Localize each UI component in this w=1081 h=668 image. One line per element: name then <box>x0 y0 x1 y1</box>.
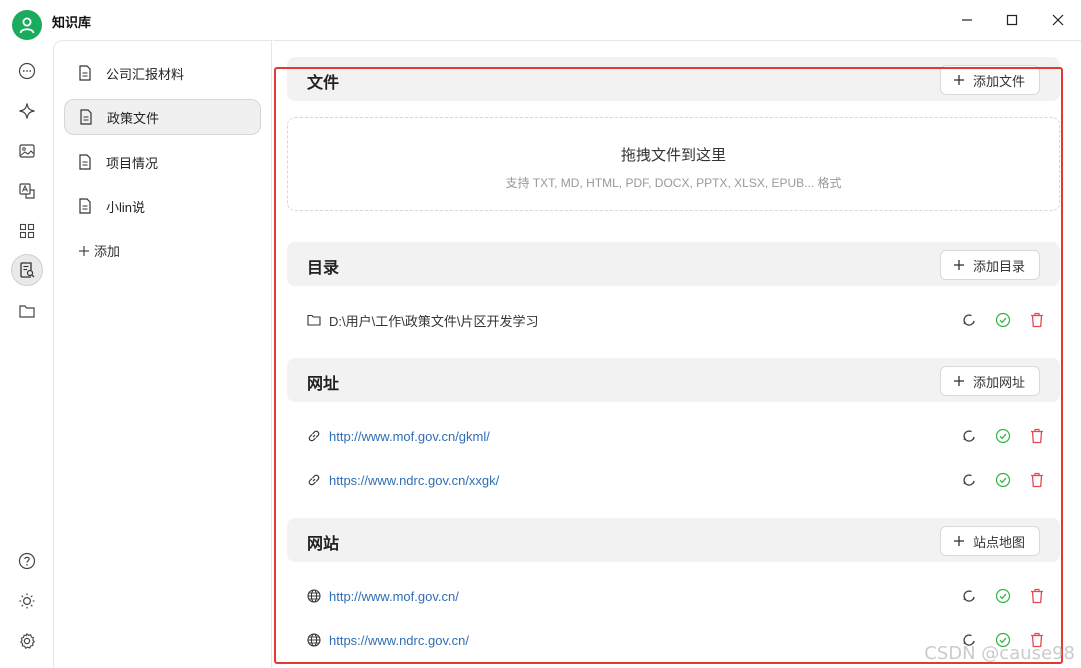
refresh-icon[interactable] <box>959 311 979 329</box>
minimize-button[interactable] <box>955 8 979 32</box>
files-section-header: 文件 添加文件 <box>287 57 1060 101</box>
maximize-button[interactable] <box>1000 8 1024 32</box>
url-link[interactable]: http://www.mof.gov.cn/gkml/ <box>329 429 490 444</box>
urls-section-header: 网址 添加网址 <box>287 358 1060 402</box>
app-title: 知识库 <box>52 15 92 30</box>
dropzone-hint: 支持 TXT, MD, HTML, PDF, DOCX, PPTX, XLSX,… <box>505 176 842 190</box>
kb-item-project-status[interactable]: 项目情况 <box>64 144 261 180</box>
delete-icon[interactable] <box>1027 427 1047 445</box>
plus-icon <box>953 260 964 270</box>
file-dropzone[interactable]: 拖拽文件到这里 支持 TXT, MD, HTML, PDF, DOCX, PPT… <box>287 117 1060 211</box>
globe-icon <box>307 633 321 647</box>
kb-item-label: 小lin说 <box>106 199 146 215</box>
success-check-icon <box>993 471 1013 489</box>
directory-row: D:\用户\工作\政策文件\片区开发学习 <box>307 305 1047 335</box>
plus-icon <box>953 536 964 546</box>
apps-icon[interactable] <box>11 215 43 247</box>
websites-section-header: 网站 站点地图 <box>287 518 1060 562</box>
success-check-icon <box>993 587 1013 605</box>
theme-icon[interactable] <box>11 585 43 617</box>
add-directory-button[interactable]: 添加目录 <box>939 250 1040 280</box>
delete-icon[interactable] <box>1027 471 1047 489</box>
plus-icon <box>953 376 964 386</box>
sitemap-button[interactable]: 站点地图 <box>939 526 1040 556</box>
website-row: http://www.mof.gov.cn/ <box>307 581 1047 611</box>
success-check-icon <box>993 427 1013 445</box>
success-check-icon <box>993 311 1013 329</box>
sparkle-icon[interactable] <box>11 95 43 127</box>
add-label: 添加 <box>94 244 121 259</box>
section-title: 网址 <box>307 376 340 393</box>
add-knowledge-base-button[interactable]: 添加 <box>78 241 120 260</box>
document-icon <box>78 154 92 170</box>
section-title: 文件 <box>307 75 340 92</box>
kb-item-company-reports[interactable]: 公司汇报材料 <box>64 55 261 91</box>
translate-icon[interactable] <box>11 175 43 207</box>
refresh-icon[interactable] <box>959 427 979 445</box>
document-icon <box>79 109 93 125</box>
settings-icon[interactable] <box>11 625 43 657</box>
close-button[interactable] <box>1046 8 1070 32</box>
document-icon <box>78 65 92 81</box>
folder-icon <box>307 314 321 326</box>
plus-icon <box>953 75 964 85</box>
url-link[interactable]: https://www.ndrc.gov.cn/xxgk/ <box>329 473 499 488</box>
help-icon[interactable] <box>11 545 43 577</box>
refresh-icon[interactable] <box>959 471 979 489</box>
dropzone-title: 拖拽文件到这里 <box>620 147 726 164</box>
add-directory-label: 添加目录 <box>972 258 1025 274</box>
link-icon <box>307 429 321 443</box>
folder-icon[interactable] <box>11 295 43 327</box>
chat-icon[interactable] <box>11 55 43 87</box>
knowledge-base-icon[interactable] <box>11 254 43 286</box>
sitemap-label: 站点地图 <box>972 534 1025 550</box>
website-link[interactable]: http://www.mof.gov.cn/ <box>329 589 459 604</box>
refresh-icon[interactable] <box>959 587 979 605</box>
add-file-label: 添加文件 <box>972 73 1025 89</box>
delete-icon[interactable] <box>1027 587 1047 605</box>
image-icon[interactable] <box>11 135 43 167</box>
plus-icon <box>78 245 90 257</box>
add-url-label: 添加网址 <box>972 374 1025 390</box>
knowledge-base-list: 公司汇报材料 政策文件 项目情况 小lin说 添加 <box>53 40 272 668</box>
add-url-button[interactable]: 添加网址 <box>939 366 1040 396</box>
kb-item-label: 项目情况 <box>106 155 159 171</box>
add-file-button[interactable]: 添加文件 <box>939 65 1040 95</box>
knowledge-base-content: 文件 添加文件 拖拽文件到这里 支持 TXT, MD, HTML, PDF, D… <box>273 40 1081 668</box>
user-avatar-icon[interactable] <box>12 10 42 40</box>
section-title: 目录 <box>307 260 340 277</box>
document-icon <box>78 198 92 214</box>
kb-item-xiaolin[interactable]: 小lin说 <box>64 188 261 224</box>
nav-rail <box>0 40 53 668</box>
kb-item-label: 公司汇报材料 <box>106 66 185 82</box>
url-row: http://www.mof.gov.cn/gkml/ <box>307 421 1047 451</box>
link-icon <box>307 473 321 487</box>
kb-item-policy-files[interactable]: 政策文件 <box>64 99 261 135</box>
delete-icon[interactable] <box>1027 311 1047 329</box>
globe-icon <box>307 589 321 603</box>
kb-item-label: 政策文件 <box>107 110 160 126</box>
directories-section-header: 目录 添加目录 <box>287 242 1060 286</box>
title-bar: 知识库 <box>0 0 1081 40</box>
website-link[interactable]: https://www.ndrc.gov.cn/ <box>329 633 469 648</box>
watermark: CSDN @cause98 <box>924 643 1075 664</box>
directory-path: D:\用户\工作\政策文件\片区开发学习 <box>329 313 539 329</box>
url-row: https://www.ndrc.gov.cn/xxgk/ <box>307 465 1047 495</box>
section-title: 网站 <box>307 536 340 553</box>
